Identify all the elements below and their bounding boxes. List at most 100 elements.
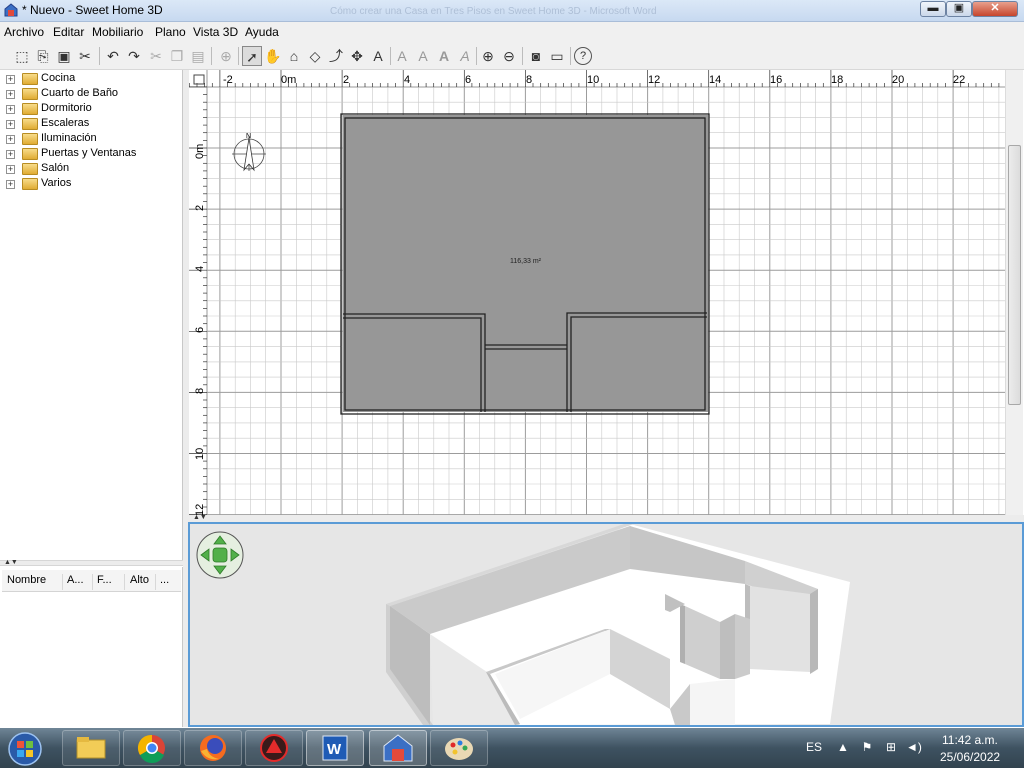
plan-view[interactable]: -2 0m 2 4 6 8 10 12 14 16 18 20 22 0m 2 … [189,70,1005,515]
catalog-label: Puertas y Ventanas [41,147,137,159]
bold-text-icon[interactable]: A [434,46,454,66]
word-icon[interactable]: W [306,730,364,766]
help-icon[interactable]: ? [574,47,592,65]
menu-plano[interactable]: Plano [155,25,186,39]
menu-ayuda[interactable]: Ayuda [245,25,279,39]
catalog-item-puertas[interactable]: + Puertas y Ventanas [6,147,176,162]
clock-time[interactable]: 11:42 a.m. [942,733,998,747]
catalog-item-bano[interactable]: + Cuarto de Baño [6,87,176,102]
menu-editar[interactable]: Editar [53,25,84,39]
column-ancho[interactable]: A... [67,574,93,590]
copy-icon[interactable]: ❐ [167,46,187,66]
create-walls-icon[interactable]: ⌂ [284,46,304,66]
column-alto[interactable]: Alto [130,574,156,590]
toolbar: ⬚ ⎘ ▣ ✂ ↶ ↷ ✂ ❐ ▤ ⊕ ➚ ✋ ⌂ ◇ ⤴ ✥ A A A A … [0,42,1024,70]
catalog-label: Cocina [41,72,76,84]
chrome-icon[interactable] [123,730,181,766]
compass-north-label: N [246,133,251,140]
furniture-catalog: + Cocina + Cuarto de Baño + Dormitorio +… [0,70,183,560]
catalog-item-dormitorio[interactable]: + Dormitorio [6,102,176,117]
decrease-text-icon[interactable]: A [413,46,433,66]
italic-text-icon[interactable]: A [455,46,475,66]
add-furniture-icon[interactable]: ⊕ [216,46,236,66]
create-dimensions-icon[interactable]: ✥ [347,46,367,66]
create-photo-icon[interactable]: ◙ [526,46,546,66]
3d-navigation-pad[interactable] [195,530,245,580]
minimize-button[interactable]: ▬ [920,1,946,17]
column-nombre[interactable]: Nombre [7,574,63,590]
3d-view[interactable] [188,522,1024,727]
sweet-home-3d-icon[interactable] [369,730,427,766]
language-indicator[interactable]: ES [806,740,822,754]
expand-icon[interactable]: + [6,120,15,129]
ruler-x-label: 22 [953,74,965,86]
plan-vertical-scrollbar[interactable] [1005,70,1023,515]
menu-mobiliario[interactable]: Mobiliario [92,25,143,39]
create-rooms-icon[interactable]: ◇ [305,46,325,66]
expand-icon[interactable]: + [6,180,15,189]
scrollbar-thumb[interactable] [1008,145,1021,405]
app-red-icon[interactable] [245,730,303,766]
expand-icon[interactable]: + [6,105,15,114]
3d-canvas[interactable] [190,524,1022,725]
compass-icon: N [232,133,266,172]
catalog-item-varios[interactable]: + Varios [6,177,176,192]
ruler-x-label: 0m [281,74,296,86]
folder-icon [22,163,38,175]
catalog-label: Cuarto de Baño [41,87,119,99]
redo-icon[interactable]: ↷ [124,46,144,66]
expand-icon[interactable]: + [6,75,15,84]
title-bar: * Nuevo - Sweet Home 3D Cómo crear una C… [0,0,1024,22]
increase-text-icon[interactable]: A [392,46,412,66]
undo-icon[interactable]: ↶ [103,46,123,66]
horizontal-splitter[interactable]: ▲▼ [0,559,185,566]
ruler-y-label: 10 [194,448,206,460]
expand-icon[interactable]: + [6,90,15,99]
firefox-icon[interactable] [184,730,242,766]
ruler-x-label: 16 [770,74,782,86]
folder-icon [22,178,38,190]
ruler-y-label: 6 [194,327,206,333]
maximize-button[interactable]: ▣ [946,1,972,17]
new-home-icon[interactable]: ⬚ [12,46,32,66]
start-button[interactable] [5,731,45,767]
paint-icon[interactable] [430,730,488,766]
close-button[interactable]: ✕ [972,1,1018,17]
cut-icon[interactable]: ✂ [146,46,166,66]
create-polylines-icon[interactable]: ⤴ [326,46,346,66]
catalog-item-escaleras[interactable]: + Escaleras [6,117,176,132]
zoom-in-icon[interactable]: ⊕ [478,46,498,66]
expand-icon[interactable]: + [6,135,15,144]
clock-date[interactable]: 25/06/2022 [940,750,1000,764]
paste-icon[interactable]: ▤ [188,46,208,66]
add-text-icon[interactable]: A [368,46,388,66]
action-center-flag-icon[interactable]: ⚑ [860,740,874,754]
room-area-label: 116,33 m² [510,258,542,265]
select-mode-icon[interactable]: ➚ [242,46,262,66]
catalog-item-iluminacion[interactable]: + Iluminación [6,132,176,147]
zoom-out-icon[interactable]: ⊖ [499,46,519,66]
ruler-x-label: 8 [526,74,532,86]
ruler-x-label: 6 [465,74,471,86]
expand-icon[interactable]: + [6,150,15,159]
folder-icon [22,73,38,85]
volume-icon[interactable]: ◄) [906,740,922,754]
expand-icon[interactable]: + [6,165,15,174]
cut-tool-icon[interactable]: ✂ [75,46,95,66]
menu-archivo[interactable]: Archivo [4,25,44,39]
show-hidden-icons-icon[interactable]: ▲ [836,740,850,754]
pan-mode-icon[interactable]: ✋ [263,46,283,66]
ruler-x-label: 12 [648,74,660,86]
column-more[interactable]: ... [160,574,178,590]
network-icon[interactable]: ⊞ [884,740,898,754]
open-icon[interactable]: ⎘ [33,46,53,66]
catalog-item-cocina[interactable]: + Cocina [6,72,176,87]
save-icon[interactable]: ▣ [54,46,74,66]
catalog-item-salon[interactable]: + Salón [6,162,176,177]
column-fondo[interactable]: F... [97,574,125,590]
menu-vista3d[interactable]: Vista 3D [193,25,238,39]
plan-canvas[interactable]: -2 0m 2 4 6 8 10 12 14 16 18 20 22 0m 2 … [189,70,1005,515]
ruler-y-label: 2 [194,205,206,211]
create-video-icon[interactable]: ▭ [547,46,567,66]
file-explorer-icon[interactable] [62,730,120,766]
